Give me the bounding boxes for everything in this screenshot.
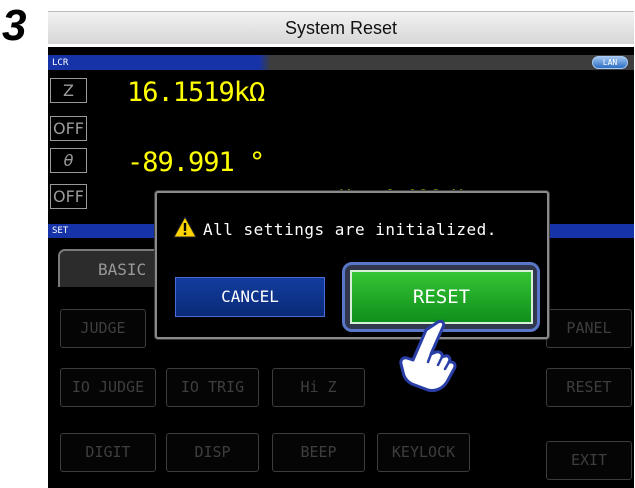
pointing-hand-icon — [399, 319, 457, 392]
digit-button[interactable]: DIGIT — [60, 433, 156, 472]
io-trig-button[interactable]: IO TRIG — [166, 368, 259, 407]
step-number: 3 — [2, 1, 27, 50]
dialog-message: All settings are initialized. — [203, 220, 497, 239]
disp-button[interactable]: DISP — [166, 433, 259, 472]
param2-selector[interactable]: θ — [50, 148, 87, 173]
lcr-status-bar — [48, 55, 634, 70]
measurement-value-1: 16.1519kΩ — [127, 77, 265, 108]
instrument-screen: LCR LAN Z OFF θ OFF 16.1519kΩ -89.991 ° … — [48, 47, 634, 488]
cancel-button[interactable]: CANCEL — [175, 277, 325, 317]
param1-state[interactable]: OFF — [50, 116, 87, 141]
warning-icon — [173, 216, 197, 238]
measurement-value-2: -89.991 ° — [127, 147, 265, 178]
beep-button[interactable]: BEEP — [272, 433, 365, 472]
reset-button[interactable]: RESET — [350, 270, 533, 324]
exit-button[interactable]: EXIT — [546, 441, 632, 480]
judge-button[interactable]: JUDGE — [60, 309, 146, 348]
param1-selector[interactable]: Z — [50, 78, 87, 103]
reset-softkey[interactable]: RESET — [546, 368, 632, 407]
reset-confirm-dialog: All settings are initialized. CANCEL RES… — [155, 191, 549, 339]
tab-basic[interactable]: BASIC — [58, 249, 168, 287]
lan-badge: LAN — [592, 56, 628, 69]
keylock-button[interactable]: KEYLOCK — [377, 433, 470, 472]
set-mode-label: SET — [52, 226, 69, 236]
window-title: System Reset — [48, 11, 634, 44]
param2-state[interactable]: OFF — [50, 184, 87, 209]
io-judge-button[interactable]: IO JUDGE — [60, 368, 156, 407]
hi-z-button[interactable]: Hi Z — [272, 368, 365, 407]
lcr-mode-label: LCR — [52, 58, 69, 68]
panel-button[interactable]: PANEL — [546, 309, 632, 348]
